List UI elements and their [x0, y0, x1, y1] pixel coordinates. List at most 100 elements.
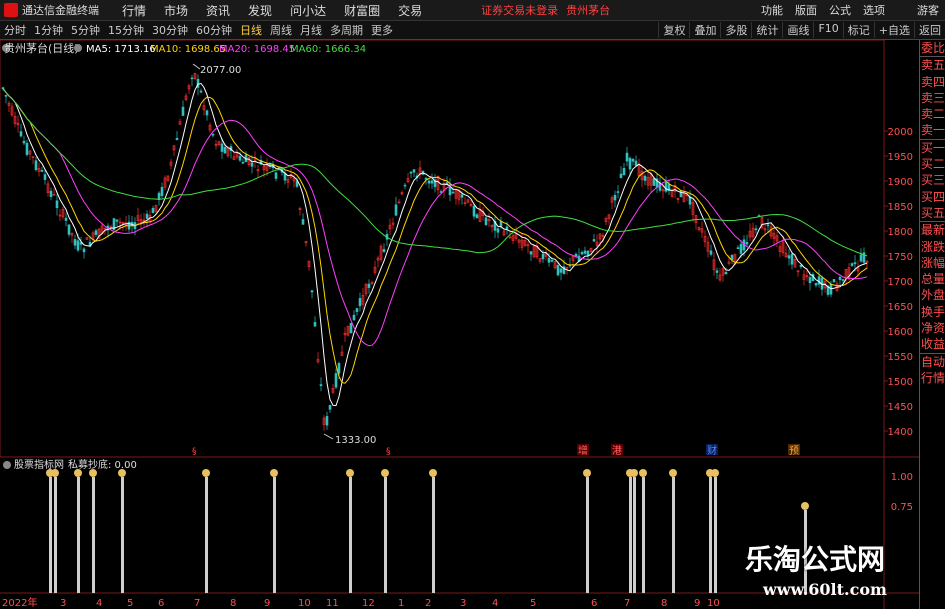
side-item[interactable]: 卖一	[920, 122, 945, 138]
tab-daily[interactable]: 日线	[236, 22, 266, 38]
side-item[interactable]: 净资	[920, 320, 945, 336]
signal-bar	[349, 477, 352, 593]
candlestick-series	[1, 72, 869, 431]
candle-body	[541, 254, 545, 260]
signal-bar	[205, 477, 208, 593]
side-item[interactable]: 买二	[920, 156, 945, 172]
candle-body	[709, 250, 713, 255]
signal-bar	[714, 477, 717, 593]
side-item[interactable]: 自动	[920, 352, 945, 370]
tab-monthly[interactable]: 月线	[296, 22, 326, 38]
candle-body	[4, 95, 8, 97]
tab-multi-period[interactable]: 多周期	[326, 22, 367, 38]
signal-bar	[49, 477, 52, 593]
event-marker-text: 预	[789, 445, 799, 457]
candle-body	[94, 230, 98, 235]
side-item[interactable]: 总量	[920, 271, 945, 287]
side-item[interactable]: 卖二	[920, 106, 945, 122]
side-item[interactable]: 卖三	[920, 90, 945, 106]
candle-body	[211, 133, 215, 136]
indicator-settings-icon[interactable]	[3, 461, 11, 469]
tab-15min[interactable]: 15分钟	[104, 22, 148, 38]
menu-item[interactable]: 交易	[389, 2, 431, 19]
candle-body	[349, 322, 353, 334]
menu-item[interactable]: 行情	[113, 2, 155, 19]
side-item[interactable]: 最新	[920, 221, 945, 238]
x-label: 6	[158, 598, 164, 609]
login-warning[interactable]: 证券交易未登录	[481, 2, 558, 18]
menu-function[interactable]: 功能	[755, 2, 789, 18]
kline-chart-area[interactable]: 贵州茅台(日线) MA5: 1713.16 MA10: 1698.65 MA20…	[0, 40, 919, 609]
x-label: 8	[661, 598, 667, 609]
menu-item[interactable]: 市场	[155, 2, 197, 19]
tab-60min[interactable]: 60分钟	[192, 22, 236, 38]
side-item[interactable]: 买一	[920, 138, 945, 156]
candle-body	[799, 264, 803, 268]
side-item[interactable]: 外盘	[920, 287, 945, 303]
candle-body	[412, 169, 416, 173]
x-label: 5	[127, 598, 133, 609]
menu-item[interactable]: 财富圈	[335, 2, 389, 19]
side-item[interactable]: 卖五	[920, 56, 945, 73]
candle-body	[409, 171, 413, 174]
y-tick: 1950	[888, 152, 913, 163]
btn-overlay[interactable]: 叠加	[689, 22, 720, 38]
signal-coin-icon	[89, 469, 97, 477]
y-tick: 1750	[888, 252, 913, 263]
tab-30min[interactable]: 30分钟	[148, 22, 192, 38]
y-tick: 1450	[888, 402, 913, 413]
ma-settings-icon[interactable]	[74, 44, 82, 52]
candle-body	[616, 191, 620, 193]
side-item[interactable]: 换手	[920, 304, 945, 320]
candle-body	[850, 263, 854, 266]
btn-adjust[interactable]: 复权	[658, 22, 689, 38]
side-item[interactable]: 涨幅	[920, 255, 945, 271]
candle-body	[838, 276, 842, 280]
menu-item[interactable]: 问小达	[281, 2, 335, 19]
btn-f10[interactable]: F10	[813, 22, 842, 38]
candle-body	[754, 228, 758, 231]
side-item[interactable]: 买四	[920, 189, 945, 205]
tab-1min[interactable]: 1分钟	[30, 22, 67, 38]
btn-stats[interactable]: 统计	[751, 22, 782, 38]
tab-5min[interactable]: 5分钟	[67, 22, 104, 38]
candle-body	[334, 373, 338, 388]
side-item[interactable]: 收益	[920, 336, 945, 352]
side-item[interactable]: 买五	[920, 205, 945, 221]
watermark-url: www.60lt.com	[763, 580, 887, 599]
menu-formula[interactable]: 公式	[823, 2, 857, 18]
side-item[interactable]: 买三	[920, 172, 945, 188]
y-tick: 1400	[888, 427, 913, 438]
x-label: 10	[298, 598, 311, 609]
side-item[interactable]: 委比	[920, 40, 945, 56]
candle-body	[301, 219, 305, 225]
candle-body	[76, 240, 80, 251]
btn-mark[interactable]: 标记	[842, 22, 874, 38]
side-item[interactable]: 涨跌	[920, 239, 945, 255]
tab-more[interactable]: 更多	[367, 22, 397, 38]
candle-body	[841, 279, 845, 281]
btn-draw[interactable]: 画线	[782, 22, 813, 38]
btn-multi-stock[interactable]: 多股	[720, 22, 751, 38]
candle-body	[622, 168, 626, 176]
x-label: 7	[624, 598, 630, 609]
side-item[interactable]: 卖四	[920, 74, 945, 90]
side-item[interactable]: 行情	[920, 370, 945, 386]
tab-weekly[interactable]: 周线	[266, 22, 296, 38]
candle-body	[199, 90, 203, 93]
menu-layout[interactable]: 版面	[789, 2, 823, 18]
candle-body	[550, 259, 554, 262]
guest-login[interactable]: 游客	[911, 2, 945, 18]
candle-body	[34, 160, 38, 171]
y-tick: 1600	[888, 327, 913, 338]
btn-back[interactable]: 返回	[914, 22, 945, 38]
y-tick: 1550	[888, 352, 913, 363]
menu-item[interactable]: 资讯	[197, 2, 239, 19]
candle-body	[319, 384, 323, 387]
btn-add-watchlist[interactable]: +自选	[873, 22, 914, 38]
tab-timeshare[interactable]: 分时	[0, 22, 30, 38]
menu-options[interactable]: 选项	[857, 2, 891, 18]
candle-body	[736, 247, 740, 249]
candle-body	[496, 228, 500, 233]
menu-item[interactable]: 发现	[239, 2, 281, 19]
